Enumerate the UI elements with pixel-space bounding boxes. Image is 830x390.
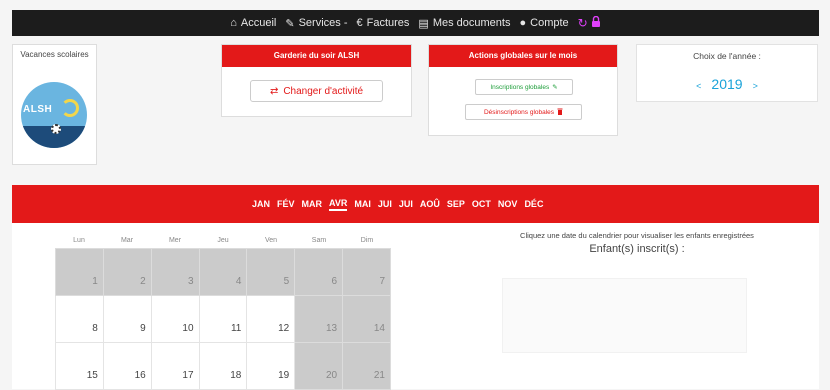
month-tab[interactable]: JAN (252, 199, 270, 209)
vacances-scolaires-card[interactable]: Vacances scolaires ALSH (12, 44, 97, 165)
calendar-day[interactable]: 20 (294, 342, 344, 390)
home-icon: ⌂ (230, 17, 237, 29)
actions-globales-card: Actions globales sur le mois Inscription… (428, 44, 618, 136)
calendar-day[interactable]: 10 (150, 295, 200, 343)
change-activity-label: Changer d'activité (283, 85, 364, 97)
calendar-grid: 1 2 3 4 5 6 7 8 9 10 11 12 13 14 15 16 17 18 19 20 21 (55, 248, 391, 390)
calendar-day[interactable]: 19 (246, 342, 296, 390)
month-tab[interactable]: FÉV (277, 199, 295, 209)
calendar-area: Lun Mar Mer Jeu Ven Sam Dim 1 2 3 4 5 6 7 8 9 10 11 12 13 1… (12, 223, 819, 390)
edit-icon: ✎ (552, 84, 558, 91)
nav-label: Services - (298, 17, 348, 29)
day-header: Jeu (217, 237, 229, 244)
nav-factures[interactable]: € Factures (357, 17, 410, 29)
calendar-day[interactable]: 6 (294, 248, 344, 296)
calendar-week-row: 15 16 17 18 19 20 21 (55, 342, 391, 390)
year-choice-card: Choix de l'année : < 2019 > (636, 44, 818, 102)
calendar-day[interactable]: 4 (198, 248, 248, 296)
calendar-day[interactable]: 11 (198, 295, 248, 343)
month-tab[interactable]: MAI (354, 199, 371, 209)
inscriptions-label: Inscriptions globales (490, 83, 550, 91)
calendar-day[interactable]: 15 (55, 342, 104, 390)
month-tab[interactable]: SEP (447, 199, 465, 209)
calendar-week-row: 8 9 10 11 12 13 14 (55, 295, 391, 343)
nav-services[interactable]: ✎ Services - (285, 17, 347, 30)
day-header: Sam (311, 237, 327, 244)
day-header: Lun (73, 237, 85, 244)
month-tab[interactable]: JUI (378, 199, 392, 209)
calendar-day[interactable]: 21 (342, 342, 391, 390)
month-tab[interactable]: DÉC (524, 199, 543, 209)
calendar-day[interactable]: 16 (102, 342, 152, 390)
change-activity-button[interactable]: ⇄ Changer d'activité (250, 80, 383, 102)
day-header: Ven (264, 237, 278, 244)
nav-label: Factures (366, 17, 410, 29)
month-tab[interactable]: OCT (472, 199, 491, 209)
month-tab[interactable]: JUI (399, 199, 413, 209)
desinscriptions-label: Désinscriptions globales (483, 108, 555, 116)
calendar-day[interactable]: 7 (342, 248, 391, 296)
calendar-day[interactable]: 14 (342, 295, 391, 343)
month-tab[interactable]: AVR (329, 198, 348, 211)
calendar-day[interactable]: 2 (102, 248, 152, 296)
nav-label: Accueil (240, 17, 277, 29)
calendar-week-row: 1234567 (55, 248, 391, 296)
months-bar: JAN FÉV MAR AVR MAI JUI JUI AOÛ SEP OCT NOV DÉC (12, 185, 819, 223)
nav-compte[interactable]: ● Compte (519, 17, 568, 29)
calendar-day[interactable]: 12 (246, 295, 296, 343)
lock-icon[interactable] (591, 15, 601, 30)
desinscriptions-globales-button[interactable]: Désinscriptions globales (465, 104, 582, 120)
calendar-day[interactable]: 3 (150, 248, 200, 296)
day-header: Mer (168, 237, 182, 244)
calendar-day[interactable]: 13 (294, 295, 344, 343)
refresh-icon[interactable]: ↻ (578, 16, 588, 30)
month-tab[interactable]: AOÛ (420, 199, 440, 209)
year-title: Choix de l'année : (693, 51, 761, 61)
garderie-card: Garderie du soir ALSH ⇄ Changer d'activi… (221, 44, 412, 117)
nav-extra-icons: ↻ (578, 15, 601, 30)
calendar-hint: Cliquez une date du calendrier pour visu… (520, 231, 754, 240)
day-header: Dim (360, 237, 374, 244)
calendar-day[interactable]: 5 (246, 248, 296, 296)
trash-icon (557, 108, 563, 117)
calendar-day[interactable]: 1 (55, 248, 104, 296)
year-next-button[interactable]: > (753, 81, 758, 91)
nav-label: Compte (530, 17, 569, 29)
nav-mes-documents[interactable]: ▤ Mes documents (418, 17, 510, 30)
month-tab[interactable]: NOV (498, 199, 518, 209)
year-prev-button[interactable]: < (696, 81, 701, 91)
calendar-day[interactable]: 9 (102, 295, 152, 343)
alsh-logo: ALSH (21, 82, 87, 148)
euro-icon: € (356, 17, 363, 29)
inscriptions-globales-button[interactable]: Inscriptions globales ✎ (475, 79, 573, 95)
user-icon: ● (519, 17, 527, 29)
month-tab[interactable]: MAR (302, 199, 323, 209)
calendar-day[interactable]: 17 (150, 342, 200, 390)
day-header: Mar (120, 237, 134, 244)
garderie-title: Garderie du soir ALSH (222, 45, 411, 67)
soccer-ball-icon (51, 124, 61, 134)
calendar-day[interactable]: 18 (198, 342, 248, 390)
logo-text: ALSH (23, 104, 53, 115)
enfants-list (502, 278, 747, 353)
actions-title: Actions globales sur le mois (429, 45, 617, 67)
nav-label: Mes documents (432, 17, 511, 29)
year-selector: < 2019 > (637, 76, 817, 92)
enfants-heading: Enfant(s) inscrit(s) : (589, 243, 685, 255)
vacances-title: Vacances scolaires (20, 50, 89, 59)
nav-accueil[interactable]: ⌂ Accueil (230, 17, 276, 29)
swap-icon: ⇄ (269, 85, 279, 97)
year-value: 2019 (711, 76, 743, 92)
top-navbar: ⌂ Accueil ✎ Services - € Factures ▤ Mes … (12, 10, 819, 36)
calendar-day[interactable]: 8 (55, 295, 104, 343)
logo-swirl (61, 99, 79, 117)
pencil-icon: ✎ (285, 17, 295, 30)
document-icon: ▤ (418, 17, 429, 30)
